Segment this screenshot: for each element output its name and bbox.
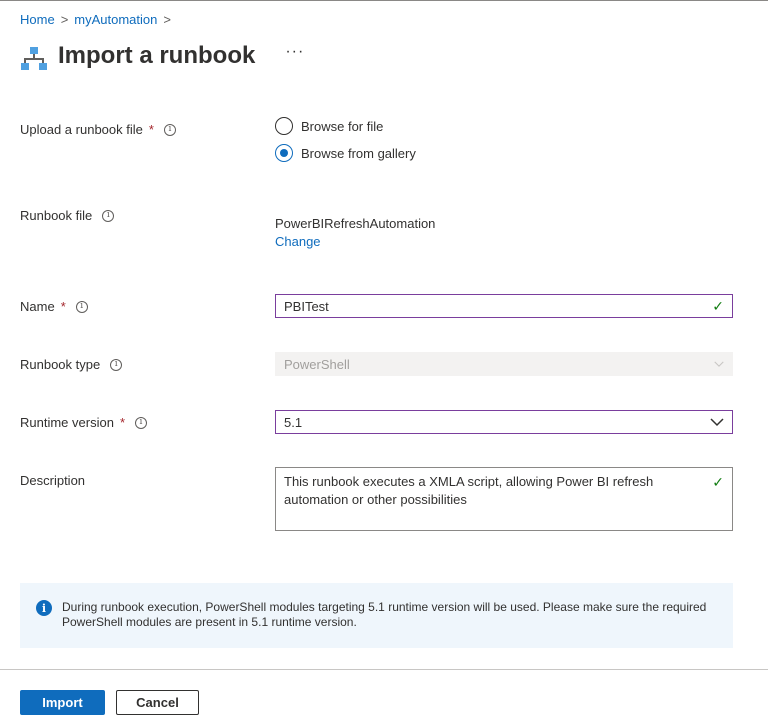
- runbook-icon: [21, 47, 47, 70]
- info-filled-icon: i: [36, 600, 52, 616]
- footer-divider: [0, 669, 768, 670]
- runbook-file-label-row: Runbook file i: [20, 208, 115, 223]
- change-file-link[interactable]: Change: [275, 234, 321, 249]
- breadcrumb: Home > myAutomation >: [20, 12, 171, 27]
- info-banner: i During runbook execution, PowerShell m…: [20, 583, 733, 648]
- runbook-file-name: PowerBIRefreshAutomation: [275, 216, 436, 231]
- chevron-down-icon: [714, 361, 724, 367]
- radio-browse-gallery[interactable]: Browse from gallery: [275, 144, 416, 162]
- name-label-row: Name * i: [20, 299, 88, 314]
- description-label-row: Description: [20, 473, 85, 488]
- page-header: Import a runbook ···: [20, 39, 304, 73]
- info-icon[interactable]: i: [110, 358, 123, 371]
- info-banner-text: During runbook execution, PowerShell mod…: [62, 600, 707, 629]
- runtime-version-value: 5.1: [284, 414, 303, 430]
- radio-label: Browse from gallery: [301, 145, 416, 161]
- upload-label: Upload a runbook file: [20, 122, 143, 137]
- checkmark-icon: ✓: [712, 297, 724, 314]
- radio-button-selected[interactable]: [275, 144, 293, 162]
- radio-browse-file[interactable]: Browse for file: [275, 117, 383, 135]
- required-marker: *: [60, 299, 66, 314]
- cancel-button[interactable]: Cancel: [116, 690, 199, 715]
- info-icon[interactable]: i: [102, 209, 115, 222]
- required-marker: *: [119, 415, 125, 430]
- runbook-type-value: PowerShell: [284, 356, 350, 372]
- description-value: This runbook executes a XMLA script, all…: [284, 474, 654, 507]
- description-label: Description: [20, 473, 86, 488]
- breadcrumb-home-link[interactable]: Home: [20, 12, 55, 27]
- runtime-version-dropdown[interactable]: 5.1: [275, 410, 733, 434]
- chevron-down-icon[interactable]: [710, 417, 724, 427]
- description-textarea[interactable]: This runbook executes a XMLA script, all…: [275, 467, 733, 531]
- breadcrumb-separator: >: [163, 12, 171, 27]
- required-marker: *: [148, 122, 154, 137]
- upload-label-row: Upload a runbook file * i: [20, 122, 176, 137]
- info-icon[interactable]: i: [135, 416, 147, 429]
- runbook-type-dropdown: PowerShell: [275, 352, 733, 376]
- runtime-label-row: Runtime version * i: [20, 415, 147, 430]
- radio-button[interactable]: [275, 117, 293, 135]
- name-input[interactable]: PBITest ✓: [275, 294, 733, 318]
- info-icon[interactable]: i: [75, 300, 88, 313]
- page-title: Import a runbook: [58, 42, 256, 69]
- more-options-button[interactable]: ···: [285, 43, 304, 61]
- breadcrumb-separator: >: [60, 12, 69, 27]
- runbook-file-label: Runbook file: [20, 208, 93, 223]
- runbook-type-label-row: Runbook type i: [20, 357, 123, 372]
- checkmark-icon: ✓: [712, 474, 724, 490]
- runtime-label: Runtime version: [20, 415, 114, 430]
- breadcrumb-automation-link[interactable]: myAutomation: [74, 12, 157, 27]
- runbook-type-label: Runbook type: [20, 357, 101, 372]
- name-label: Name: [20, 299, 55, 314]
- info-icon[interactable]: i: [163, 123, 176, 136]
- radio-label: Browse for file: [301, 118, 384, 134]
- name-input-value: PBITest: [284, 298, 329, 314]
- import-button[interactable]: Import: [20, 690, 105, 715]
